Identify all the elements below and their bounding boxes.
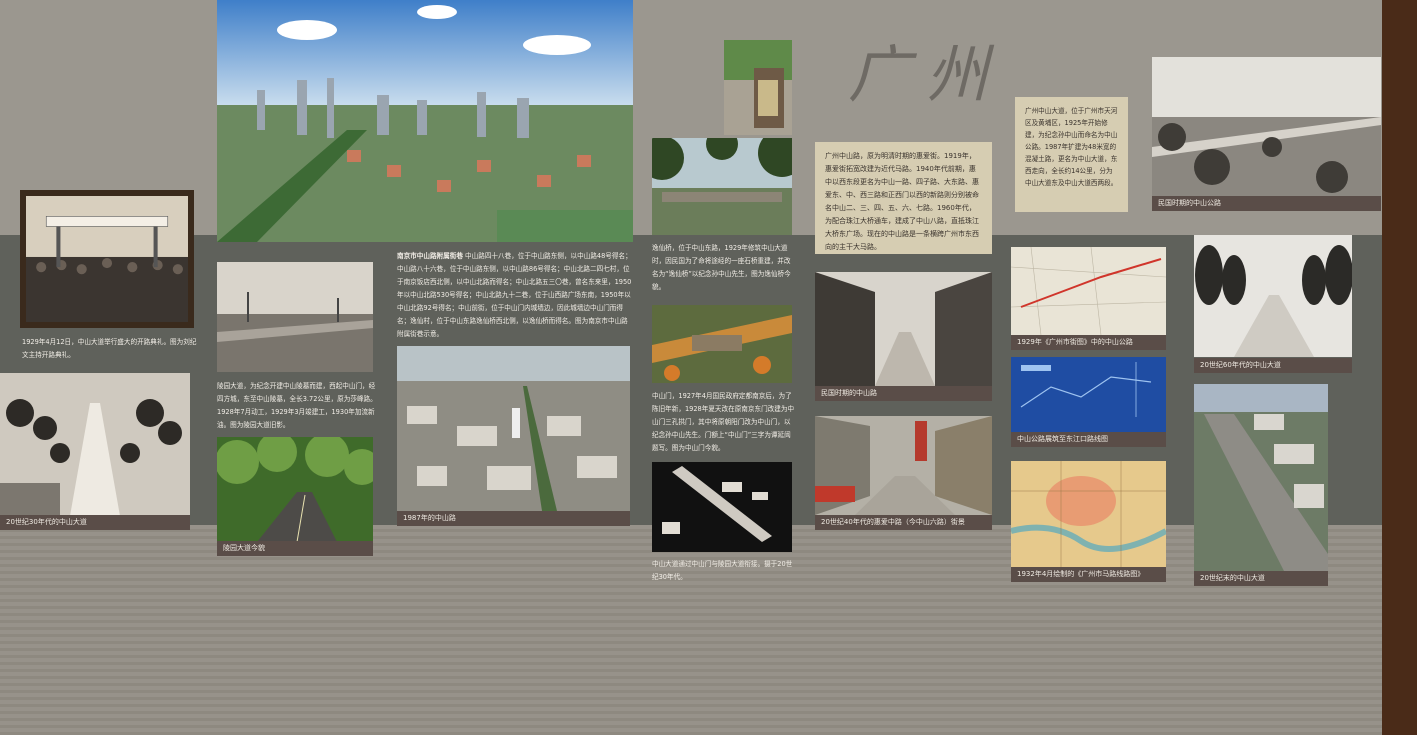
gz-dadao-text: 广州中山大道，位于广州市天河区及黄埔区，1925年开始修建，为纪念孙中山而命名为… bbox=[1025, 107, 1118, 187]
text-nanjing-lanes: 南京市中山路附属街巷 中山路四十八巷，位于中山路东侧，以中山路48号得名；中山路… bbox=[397, 250, 632, 341]
gz-zhongshan-text: 广州中山路，原为明清时期的惠爱街。1919年，惠爱街拓宽改建为近代马路。1940… bbox=[825, 152, 979, 251]
photo-opening-ceremony bbox=[20, 190, 194, 328]
caption-1929-ceremony: 1929年4月12日，中山大道举行盛大的开路典礼。图为刘纪文主持开路典礼。 bbox=[22, 338, 197, 359]
photo-end-century bbox=[1194, 384, 1328, 571]
caption-map-1932: 1932年4月绘制的《广州市马路线路图》 bbox=[1011, 567, 1166, 582]
photo-1960s-avenue bbox=[1194, 235, 1352, 357]
photo-yixian-monument bbox=[724, 40, 792, 135]
box-gz-dadao: 广州中山大道，位于广州市天河区及黄埔区，1925年开始修建，为纪念孙中山而命名为… bbox=[1015, 97, 1128, 212]
text-zhongshanmen: 中山门，1927年4月国民政府定都南京后，为了陈旧年新，1928年夏天改在原南京… bbox=[652, 392, 795, 452]
photo-map-1932 bbox=[1011, 461, 1166, 567]
text-lingyuan: 陵园大道，为纪念开建中山陵墓而建，西起中山门，经四方城，东至中山陵墓，全长3.7… bbox=[217, 382, 377, 429]
caption-1930s-note: 中山大道通过中山门与陵园大道衔接。摄于20世纪30年代。 bbox=[652, 560, 793, 581]
caption-1930s-avenue: 20世纪30年代的中山大道 bbox=[0, 515, 190, 530]
photo-blueprint bbox=[1011, 357, 1166, 432]
caption-1960s-avenue: 20世纪60年代的中山大道 bbox=[1194, 358, 1352, 373]
photo-lingyuan-old bbox=[217, 262, 373, 372]
photo-minguo-street bbox=[815, 272, 992, 386]
page-title: 广州 bbox=[848, 38, 1005, 111]
photo-1930s-avenue bbox=[0, 373, 190, 516]
caption-minguo-highway: 民国时期的中山公路 bbox=[1152, 196, 1381, 211]
photo-1987-zhongshan bbox=[397, 346, 630, 511]
caption-lingyuan-today: 陵园大道今貌 bbox=[217, 541, 373, 556]
photo-minguo-highway bbox=[1152, 57, 1381, 196]
photo-lingyuan-today bbox=[217, 437, 373, 542]
box-gz-zhongshan-road: 广州中山路，原为明清时期的惠爱街。1919年，惠爱街拓宽改建为近代马路。1940… bbox=[815, 142, 992, 254]
caption-blueprint: 中山公路展筑至东江口路线图 bbox=[1011, 432, 1166, 447]
background-bottom-band bbox=[0, 525, 1382, 735]
text-yixian-bridge: 逸仙桥，位于中山东路，1929年修筑中山大道时，因民国为了命将途经的一座石桥重建… bbox=[652, 244, 791, 291]
right-edge-strip bbox=[1382, 0, 1417, 735]
caption-minguo-street: 民国时期的中山路 bbox=[815, 386, 992, 401]
photo-yixian-bridge bbox=[652, 138, 792, 235]
photo-nanjing-skyline bbox=[217, 0, 633, 242]
photo-map-1929 bbox=[1011, 247, 1166, 335]
caption-1987: 1987年的中山路 bbox=[397, 511, 630, 526]
caption-end-century: 20世纪末的中山大道 bbox=[1194, 571, 1328, 586]
photo-1930s-aerial bbox=[652, 462, 792, 552]
caption-map-1929: 1929年《广州市街图》中的中山公路 bbox=[1011, 335, 1166, 350]
caption-huiai-road: 20世纪40年代的惠爱中路（今中山六路）街景 bbox=[815, 515, 992, 530]
photo-huiai-road bbox=[815, 416, 992, 515]
nanjing-body: 中山路四十八巷，位于中山路东侧，以中山路48号得名；中山路八十六巷，位于中山路东… bbox=[397, 252, 632, 338]
nanjing-title: 南京市中山路附属街巷 bbox=[397, 252, 463, 260]
photo-zhongshanmen bbox=[652, 305, 792, 383]
